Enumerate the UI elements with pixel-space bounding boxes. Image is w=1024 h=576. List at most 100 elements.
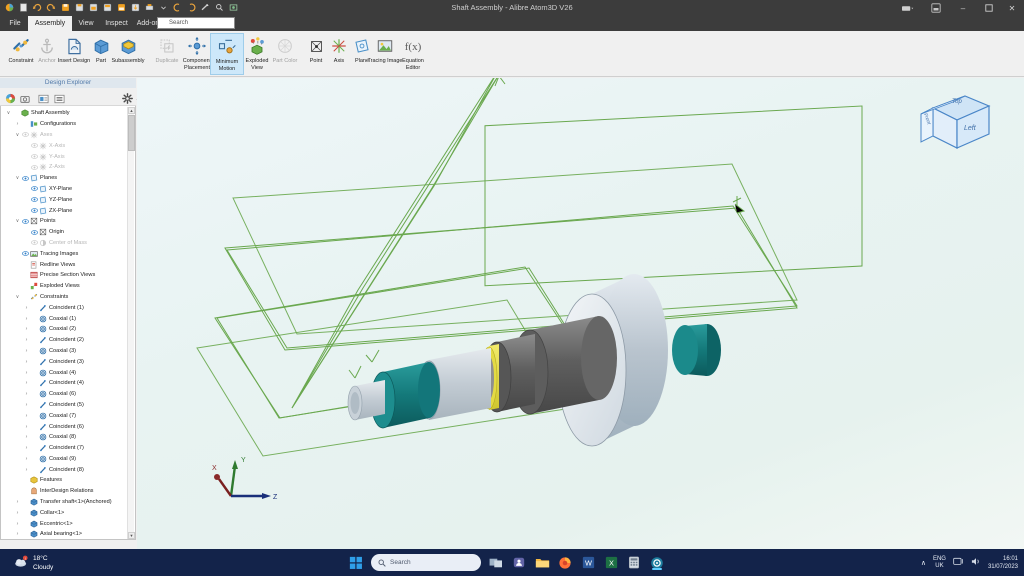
visibility-eye-icon[interactable] (30, 143, 38, 149)
tree-node[interactable]: › Coaxial (9) (1, 454, 129, 465)
visibility-eye-icon[interactable] (30, 229, 38, 235)
alibre-logo-icon[interactable] (3, 1, 15, 14)
tree-expander-icon[interactable]: › (23, 326, 30, 332)
tree-node[interactable]: › Coaxial (3) (1, 346, 129, 357)
excel-icon[interactable]: X (603, 555, 619, 571)
tree-node[interactable]: InterDesign Relations (1, 486, 129, 497)
tree-expander-icon[interactable]: › (14, 531, 21, 537)
tree-node[interactable]: › Transfer shaft<1>(Anchored) (1, 497, 129, 508)
tree-expander-icon[interactable]: › (23, 380, 30, 386)
new-document-icon[interactable] (17, 1, 29, 14)
maximize-button[interactable] (978, 0, 1000, 16)
export-icon[interactable] (115, 1, 127, 14)
shaft-assembly-model[interactable] (347, 274, 721, 447)
tree-expander-icon[interactable]: › (23, 316, 30, 322)
clock[interactable]: 16:01 31/07/2023 (988, 555, 1018, 571)
rollforward-icon[interactable] (185, 1, 197, 14)
list-view-icon[interactable] (52, 92, 66, 105)
calculator-icon[interactable] (626, 555, 642, 571)
visibility-eye-icon[interactable] (30, 197, 38, 203)
menu-item-inspect[interactable]: Inspect (100, 16, 133, 31)
alibre-atom3d-icon[interactable] (649, 555, 665, 571)
redo-icon[interactable] (45, 1, 57, 14)
tree-node[interactable]: › Eccentric<1> (1, 518, 129, 529)
tree-expander-icon[interactable]: › (23, 434, 30, 440)
visibility-eye-icon[interactable] (30, 186, 38, 192)
save-copy-icon[interactable] (87, 1, 99, 14)
print-icon[interactable] (143, 1, 155, 14)
tree-expander-icon[interactable]: › (23, 467, 30, 473)
design-tree[interactable]: ∨ Shaft Assembly › Configurations ∨ Axes X-Axi… (1, 108, 129, 539)
tree-expander-icon[interactable]: › (23, 402, 30, 408)
undo-icon[interactable] (31, 1, 43, 14)
file-explorer-icon[interactable] (534, 555, 550, 571)
tree-expander-icon[interactable]: ∨ (14, 218, 21, 224)
shaft-nose[interactable] (347, 380, 385, 421)
tree-expander-icon[interactable]: › (14, 510, 21, 516)
tree-expander-icon[interactable]: ∨ (14, 175, 21, 181)
visibility-eye-icon[interactable] (21, 251, 29, 257)
tree-node[interactable]: › Coincident (8) (1, 464, 129, 475)
tree-expander-icon[interactable]: › (23, 348, 30, 354)
teams-icon[interactable] (511, 555, 527, 571)
ribbon-button-subassembly[interactable]: Subassembly (111, 33, 145, 75)
design-tree-scrollbar[interactable]: ▲ ▼ (127, 107, 135, 539)
search-input[interactable]: Search (157, 17, 235, 29)
save-as-icon[interactable] (73, 1, 85, 14)
tree-node[interactable]: ∨ Constraints (1, 292, 129, 303)
tree-expander-icon[interactable]: ∨ (14, 294, 21, 300)
language-indicator[interactable]: ENG UK (933, 556, 946, 570)
tree-node[interactable]: ∨ Points (1, 216, 129, 227)
tree-node[interactable]: › Coincident (1) (1, 302, 129, 313)
tree-expander-icon[interactable]: ∨ (14, 132, 21, 138)
camera-icon[interactable] (18, 92, 32, 105)
visibility-eye-icon[interactable] (30, 240, 38, 246)
task-view-icon[interactable] (488, 555, 504, 571)
tree-node[interactable]: Tracing Images (1, 248, 129, 259)
tree-node[interactable]: Z-Axis (1, 162, 129, 173)
tree-node[interactable]: › Coaxial (6) (1, 389, 129, 400)
color-wheel-icon[interactable] (3, 92, 17, 105)
tree-expander-icon[interactable]: › (23, 359, 30, 365)
view-cube-left-label[interactable]: Left (964, 125, 976, 132)
tree-node[interactable]: › Coincident (3) (1, 356, 129, 367)
tree-node[interactable]: Precise Section Views (1, 270, 129, 281)
tree-node[interactable]: › Coaxial (8) (1, 432, 129, 443)
tree-node[interactable]: › Coincident (4) (1, 378, 129, 389)
minimize-button[interactable]: – (952, 0, 974, 16)
word-icon[interactable]: W (580, 555, 596, 571)
tree-node[interactable]: X-Axis (1, 140, 129, 151)
tree-node[interactable]: › Coincident (6) (1, 421, 129, 432)
network-icon[interactable] (953, 557, 964, 568)
rollback-icon[interactable] (171, 1, 183, 14)
tree-node[interactable]: ZX-Plane (1, 205, 129, 216)
visibility-eye-icon[interactable] (30, 165, 38, 170)
tree-node[interactable]: › Coincident (2) (1, 335, 129, 346)
tree-expander-icon[interactable]: › (23, 456, 30, 462)
tree-expander-icon[interactable]: ∨ (5, 110, 12, 116)
tree-node[interactable]: Center of Mass (1, 238, 129, 249)
zoom-icon[interactable] (213, 1, 225, 14)
tree-node[interactable]: › Coaxial (4) (1, 367, 129, 378)
save-icon[interactable] (59, 1, 71, 14)
screenshot-icon[interactable] (227, 1, 239, 14)
visibility-eye-icon[interactable] (21, 175, 29, 181)
tree-node[interactable]: ∨ Shaft Assembly (1, 108, 129, 119)
visibility-eye-icon[interactable] (30, 208, 38, 213)
tree-node[interactable]: › Coincident (5) (1, 400, 129, 411)
tree-node[interactable]: Redline Views (1, 259, 129, 270)
tree-node[interactable]: Features (1, 475, 129, 486)
firefox-icon[interactable] (557, 555, 573, 571)
scroll-down-button[interactable]: ▼ (128, 532, 135, 539)
menu-item-assembly[interactable]: Assembly (28, 16, 72, 31)
tree-node[interactable]: › Coaxial (2) (1, 324, 129, 335)
import-icon[interactable] (129, 1, 141, 14)
ribbon-button-equation-editor[interactable]: f(x) Equation Editor (396, 33, 430, 75)
tree-expander-icon[interactable]: › (14, 499, 21, 505)
tree-node[interactable]: ∨ Planes (1, 173, 129, 184)
tree-node[interactable]: › Coaxial (1) (1, 313, 129, 324)
taskbar-search-box[interactable]: Search (371, 554, 481, 571)
tree-node[interactable]: › Collar<1> (1, 507, 129, 518)
tree-expander-icon[interactable]: › (23, 370, 30, 376)
view-cube[interactable]: Top Left Front (915, 90, 995, 152)
